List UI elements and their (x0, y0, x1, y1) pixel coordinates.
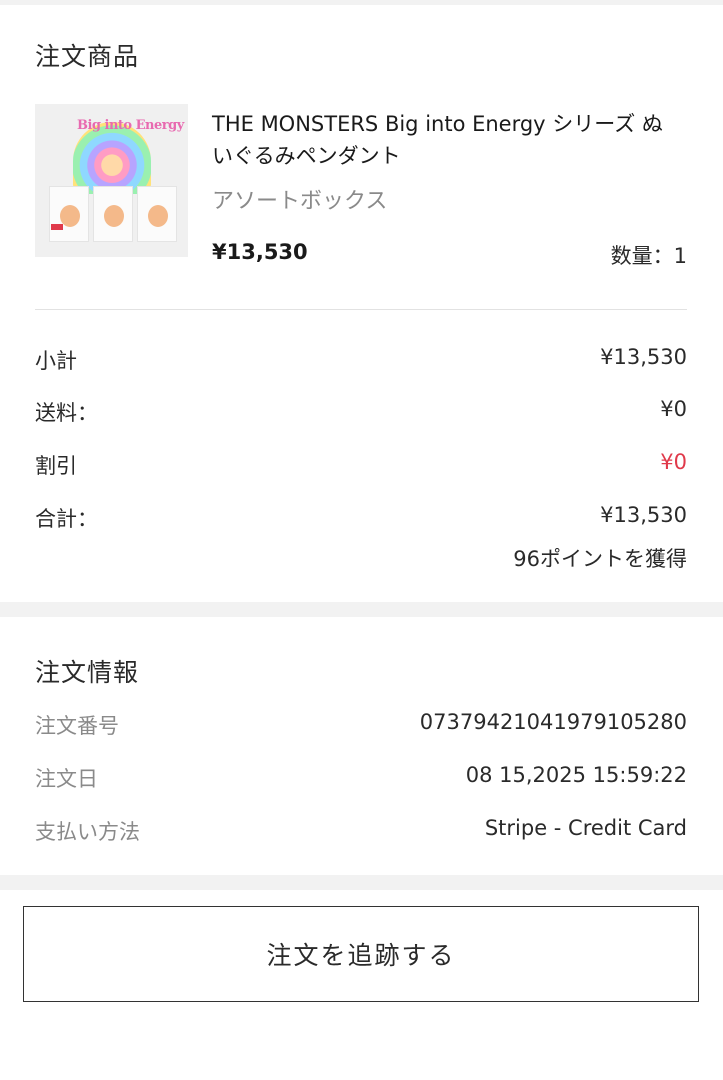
order-items-title: 注文商品 (35, 42, 140, 71)
bottom-separator-band (0, 875, 723, 890)
items-divider (35, 309, 687, 310)
track-order-button[interactable]: 注文を追跡する (23, 906, 699, 1002)
top-separator-band (0, 0, 723, 5)
shipping-label: 送料： (35, 401, 98, 425)
total-value: ¥13,530 (600, 503, 687, 527)
product-name-line2[interactable]: いぐるみペンダント (212, 140, 401, 170)
section-separator-band (0, 602, 723, 617)
order-date-value: 08 15,2025 15:59:22 (465, 763, 687, 787)
product-name-line1[interactable]: THE MONSTERS Big into Energy シリーズ ぬ (212, 108, 663, 138)
discount-label: 割引 (35, 454, 77, 478)
order-date-label: 注文日 (35, 767, 98, 791)
total-label: 合計： (35, 507, 98, 531)
points-earned: 96ポイントを獲得 (513, 547, 687, 571)
product-image-tag (51, 224, 63, 230)
product-image-boxes (49, 186, 177, 242)
discount-value: ¥0 (660, 450, 687, 474)
product-variant: アソートボックス (212, 189, 388, 214)
product-quantity: 数量：1 (610, 244, 687, 268)
order-number-label: 注文番号 (35, 714, 119, 738)
product-thumbnail[interactable]: Big into Energy (35, 104, 188, 257)
payment-method-value: Stripe - Credit Card (484, 816, 687, 840)
product-box (49, 186, 89, 242)
shipping-value: ¥0 (660, 397, 687, 421)
product-box (93, 186, 133, 242)
product-box (137, 186, 177, 242)
subtotal-label: 小計 (35, 349, 77, 373)
payment-method-label: 支払い方法 (35, 820, 140, 844)
order-info-title: 注文情報 (35, 658, 140, 687)
product-image-logo: Big into Energy (77, 118, 184, 133)
subtotal-value: ¥13,530 (600, 345, 687, 369)
product-price: ¥13,530 (212, 240, 308, 264)
order-number-value: 07379421041979105280 (419, 710, 687, 734)
